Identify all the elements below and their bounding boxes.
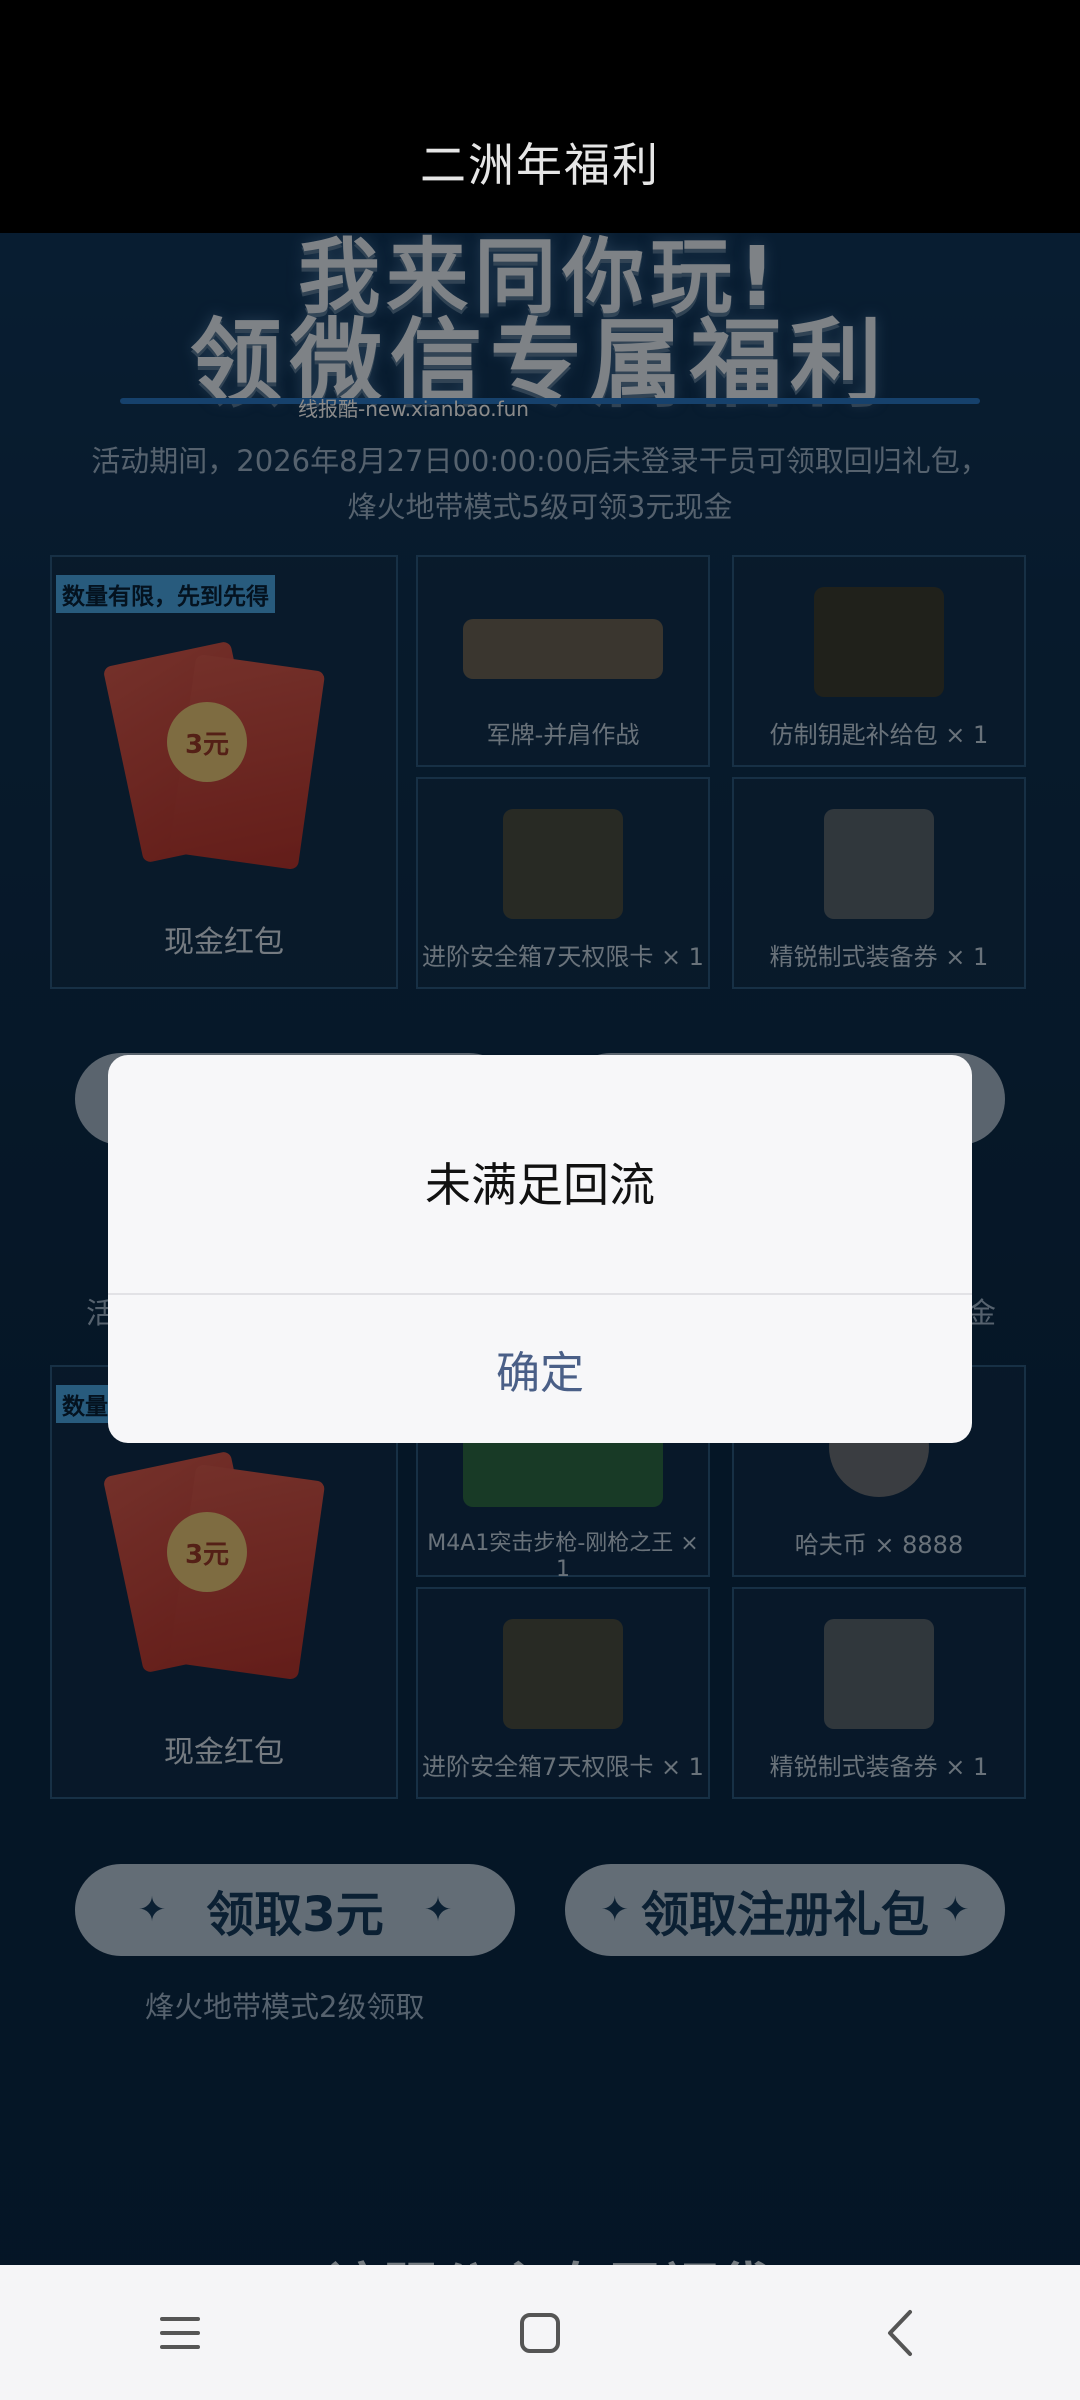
confirm-button[interactable]: 确定 <box>108 1295 972 1443</box>
home-square-icon <box>520 2312 560 2353</box>
back-chevron-icon <box>888 2309 912 2356</box>
home-button[interactable] <box>480 2283 600 2383</box>
back-button[interactable] <box>840 2283 960 2383</box>
menu-button[interactable] <box>120 2283 240 2383</box>
system-nav-bar <box>0 2265 1080 2400</box>
dialog-message: 未满足回流 <box>425 1158 655 1212</box>
page-title: 二洲年福利 <box>420 138 660 192</box>
menu-icon <box>160 2316 200 2349</box>
app-header: 二洲年福利 <box>0 0 1080 233</box>
alert-dialog: 未满足回流 确定 <box>108 1055 972 1443</box>
